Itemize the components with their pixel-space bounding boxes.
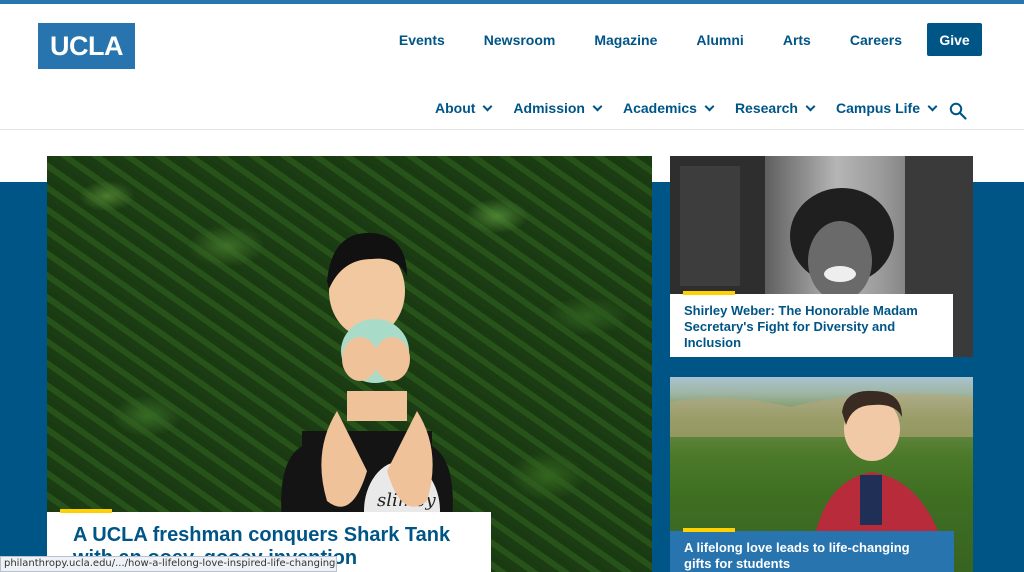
- search-icon[interactable]: [949, 102, 967, 120]
- utility-link-arts[interactable]: Arts: [783, 32, 811, 48]
- story-card-caption: Shirley Weber: The Honorable Madam Secre…: [670, 291, 953, 357]
- story-card-lifelong-love[interactable]: A lifelong love leads to life-changing g…: [670, 377, 973, 572]
- nav-item-label: Research: [734, 100, 798, 116]
- ucla-logo[interactable]: UCLA: [38, 23, 135, 69]
- nav-item-campus-life[interactable]: Campus Life: [835, 100, 938, 116]
- nav-item-research[interactable]: Research: [734, 100, 816, 116]
- gold-accent-bar: [683, 291, 735, 295]
- gold-accent-bar: [60, 509, 112, 513]
- browser-status-url: philanthropy.ucla.edu/.../how-a-lifelong…: [0, 556, 337, 572]
- nav-item-admission[interactable]: Admission: [513, 100, 603, 116]
- nav-item-label: Admission: [513, 100, 585, 116]
- chevron-down-icon: [704, 101, 715, 111]
- gold-accent-bar: [683, 528, 735, 532]
- utility-link-careers[interactable]: Careers: [850, 32, 902, 48]
- story-title[interactable]: A lifelong love leads to life-changing g…: [684, 540, 940, 572]
- story-title[interactable]: Shirley Weber: The Honorable Madam Secre…: [684, 303, 939, 351]
- nav-item-academics[interactable]: Academics: [623, 100, 715, 116]
- site-header: UCLA Events Newsroom Magazine Alumni Art…: [0, 4, 1024, 130]
- give-button[interactable]: Give: [927, 23, 982, 56]
- nav-item-label: Campus Life: [835, 100, 920, 116]
- hero-story[interactable]: slimey honey: [47, 156, 652, 572]
- utility-link-alumni[interactable]: Alumni: [696, 32, 743, 48]
- utility-link-events[interactable]: Events: [399, 32, 445, 48]
- chevron-down-icon: [927, 101, 938, 111]
- utility-link-newsroom[interactable]: Newsroom: [484, 32, 556, 48]
- utility-nav: Events Newsroom Magazine Alumni Arts Car…: [399, 23, 982, 56]
- nav-item-about[interactable]: About: [434, 100, 493, 116]
- chevron-down-icon: [482, 101, 493, 111]
- story-card-shirley-weber[interactable]: Shirley Weber: The Honorable Madam Secre…: [670, 156, 973, 357]
- main-nav: About Admission Academics Research Campu…: [434, 100, 938, 116]
- nav-item-label: Academics: [623, 100, 697, 116]
- utility-link-magazine[interactable]: Magazine: [594, 32, 657, 48]
- chevron-down-icon: [592, 101, 603, 111]
- nav-item-label: About: [434, 100, 476, 116]
- chevron-down-icon: [805, 101, 816, 111]
- story-card-caption: A lifelong love leads to life-changing g…: [670, 528, 954, 572]
